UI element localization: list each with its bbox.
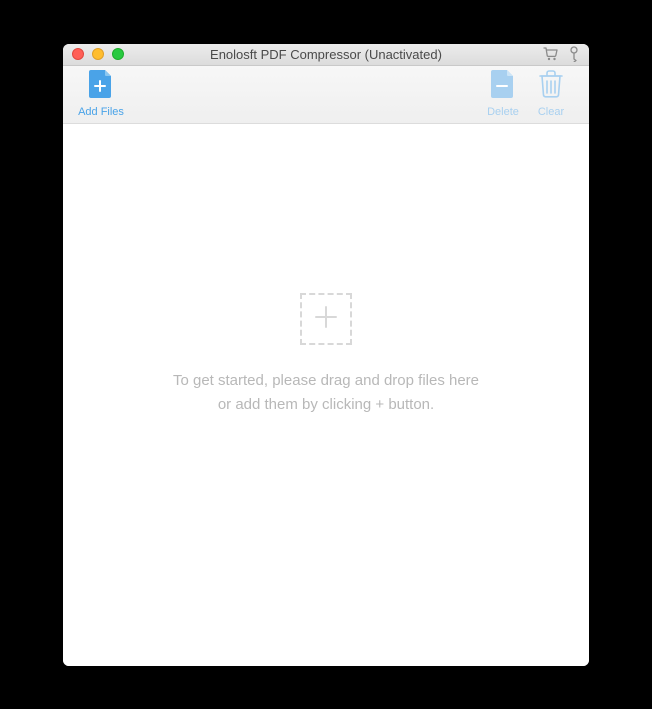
hint-line-1: To get started, please drag and drop fil… bbox=[173, 369, 479, 392]
traffic-lights bbox=[63, 48, 124, 60]
dropzone[interactable] bbox=[300, 293, 352, 345]
minimize-window-button[interactable] bbox=[92, 48, 104, 60]
window-title: Enolosft PDF Compressor (Unactivated) bbox=[63, 47, 589, 62]
cart-icon[interactable] bbox=[543, 47, 559, 61]
maximize-window-button[interactable] bbox=[112, 48, 124, 60]
close-window-button[interactable] bbox=[72, 48, 84, 60]
titlebar-actions bbox=[543, 46, 589, 62]
clear-button[interactable]: Clear bbox=[527, 70, 575, 118]
content-area[interactable]: To get started, please drag and drop fil… bbox=[63, 124, 589, 666]
add-files-label: Add Files bbox=[78, 106, 124, 118]
plus-icon bbox=[312, 303, 340, 336]
add-files-button[interactable]: Add Files bbox=[77, 70, 125, 118]
delete-file-icon bbox=[491, 70, 515, 103]
app-window: Enolosft PDF Compressor (Unactivated) bbox=[63, 44, 589, 666]
add-file-icon bbox=[89, 70, 113, 103]
key-icon[interactable] bbox=[569, 46, 579, 62]
toolbar: Add Files Delete Clear bbox=[63, 66, 589, 124]
hint-line-2: or add them by clicking + button. bbox=[173, 393, 479, 416]
delete-label: Delete bbox=[487, 106, 519, 118]
titlebar: Enolosft PDF Compressor (Unactivated) bbox=[63, 44, 589, 66]
delete-button[interactable]: Delete bbox=[479, 70, 527, 118]
clear-label: Clear bbox=[538, 106, 564, 118]
empty-state-hint: To get started, please drag and drop fil… bbox=[173, 369, 479, 416]
trash-icon bbox=[539, 70, 563, 103]
